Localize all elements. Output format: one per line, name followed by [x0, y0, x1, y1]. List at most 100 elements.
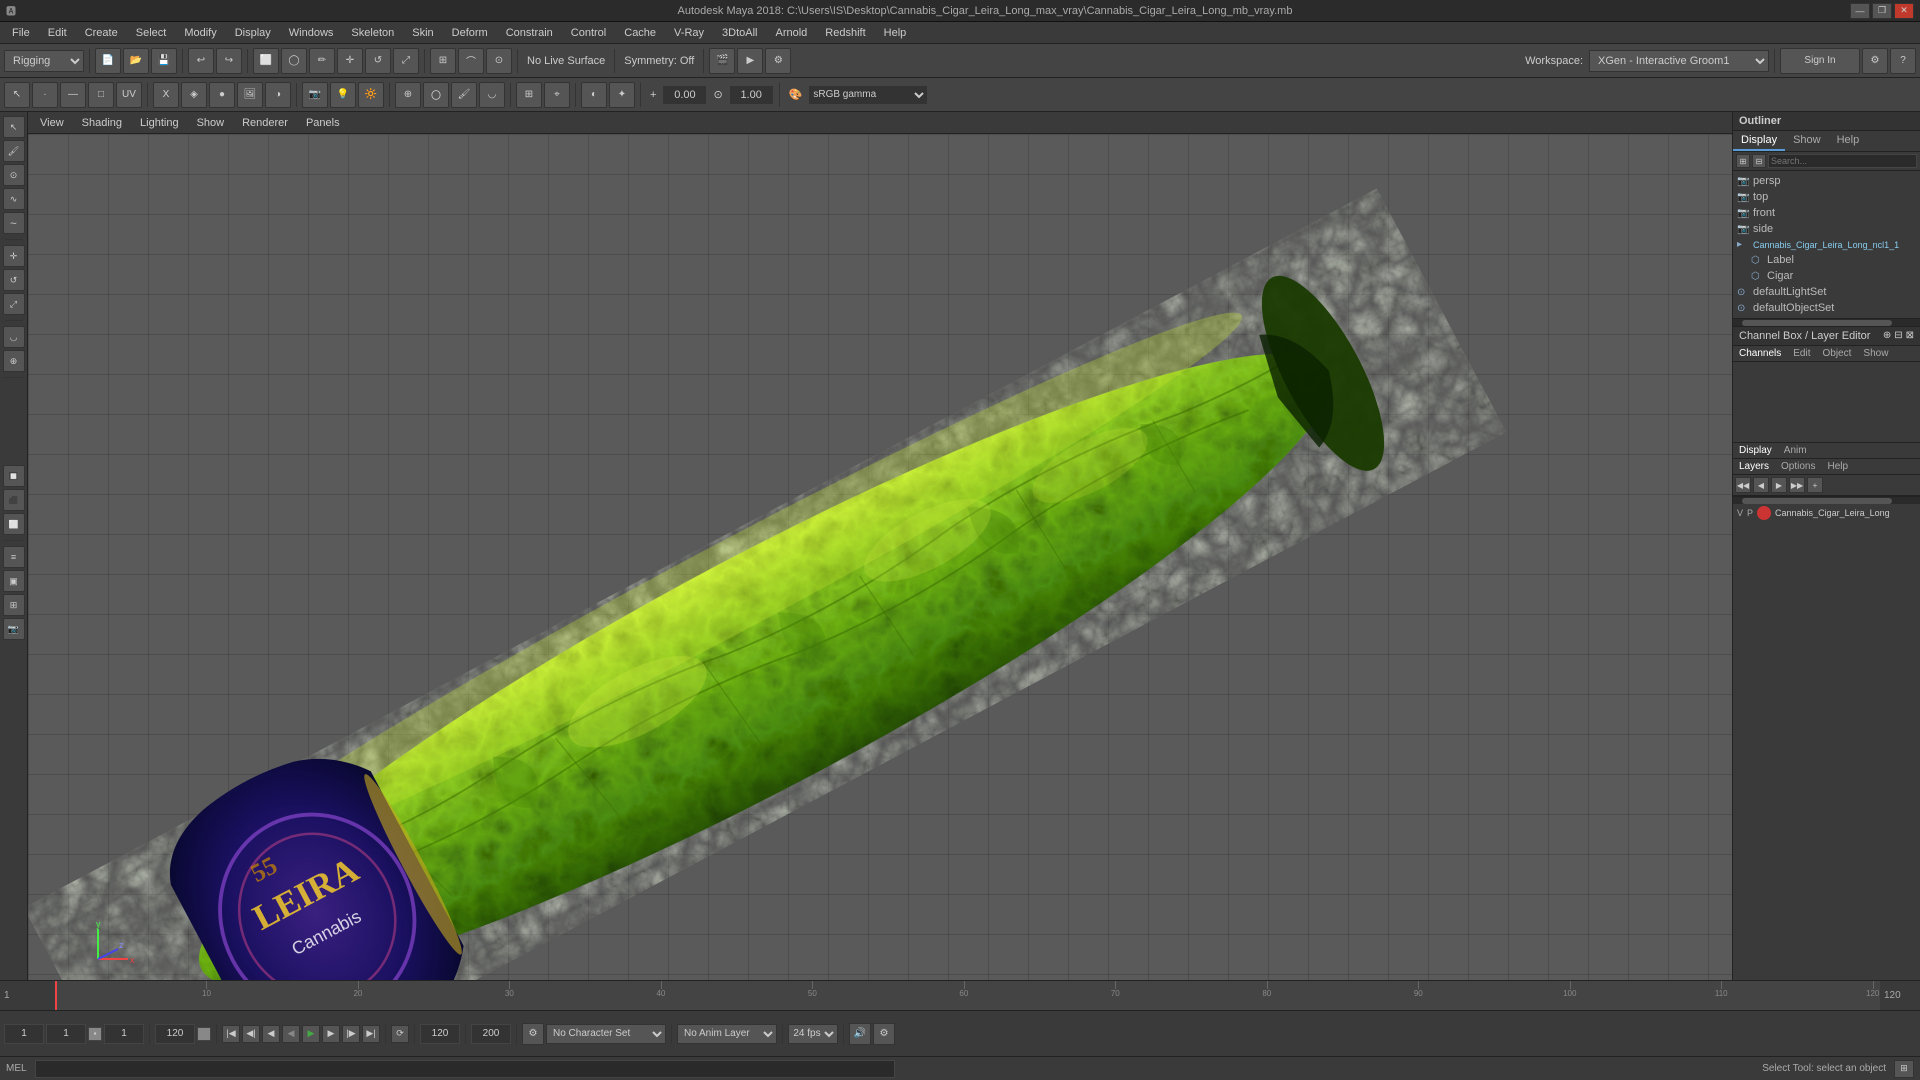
close-button[interactable]: ✕: [1894, 3, 1914, 19]
display-hscroll-handle[interactable]: [1742, 498, 1892, 504]
menu-edit[interactable]: Edit: [40, 25, 75, 41]
dp-prev-btn[interactable]: ◀◀: [1735, 477, 1751, 493]
outliner-item-top[interactable]: 📷 top: [1733, 189, 1920, 205]
outliner-item-persp[interactable]: 📷 persp: [1733, 173, 1920, 189]
frame-start-input[interactable]: [4, 1024, 44, 1044]
frame-current-input[interactable]: [46, 1024, 86, 1044]
view-cube-mid[interactable]: ⬛: [3, 489, 25, 511]
redo-button[interactable]: ↪: [216, 48, 242, 74]
menu-modify[interactable]: Modify: [176, 25, 224, 41]
outliner-item-cigar[interactable]: ⬡ Cigar: [1733, 268, 1920, 284]
gamma-select[interactable]: sRGB gamma: [808, 85, 928, 105]
cb-tab-edit[interactable]: Edit: [1787, 346, 1816, 361]
layer-row[interactable]: V P Cannabis_Cigar_Leira_Long: [1733, 504, 1920, 522]
channel-box-icon-2[interactable]: ⊟: [1894, 330, 1902, 342]
dp-next2-btn[interactable]: ▶▶: [1789, 477, 1805, 493]
transport-go-end[interactable]: ▶|: [362, 1025, 380, 1043]
view-cube-bot[interactable]: ⬜: [3, 513, 25, 535]
transport-play-fwd[interactable]: ▶: [302, 1025, 320, 1043]
outliner-search-input[interactable]: [1768, 154, 1917, 168]
timeline[interactable]: 1 1 10 20 30 40 50 60 70 80 90 100: [0, 980, 1920, 1010]
sculpt-tool-lt[interactable]: ⊕: [3, 350, 25, 372]
transport-loop[interactable]: ⟳: [391, 1025, 409, 1043]
view-cube-top[interactable]: 🔲: [3, 465, 25, 487]
no-anim-layer-select[interactable]: No Anim Layer: [677, 1024, 777, 1044]
display-hscroll[interactable]: [1733, 496, 1920, 504]
omt-btn-1[interactable]: ⊞: [1736, 154, 1750, 168]
groom-tool-button[interactable]: ∼: [3, 212, 25, 234]
grid-icon[interactable]: ⊞: [3, 594, 25, 616]
rotate-tool-lt[interactable]: ↺: [3, 269, 25, 291]
mel-input[interactable]: [35, 1060, 896, 1078]
dp-add-btn[interactable]: +: [1807, 477, 1823, 493]
input-field-2[interactable]: 1.00: [729, 85, 774, 105]
dp-tab-anim[interactable]: Anim: [1778, 443, 1813, 458]
vp-menu-panels[interactable]: Panels: [298, 115, 348, 131]
sculpt-tool[interactable]: ◡: [479, 82, 505, 108]
status-icon[interactable]: ⊞: [1894, 1060, 1914, 1078]
window-controls[interactable]: — ❐ ✕: [1850, 3, 1920, 19]
sign-in-button[interactable]: Sign In: [1780, 48, 1860, 74]
frame-end-input[interactable]: [155, 1024, 195, 1044]
open-file-button[interactable]: 📂: [123, 48, 149, 74]
workspace-select[interactable]: XGen - Interactive Groom1: [1589, 50, 1769, 72]
menu-windows[interactable]: Windows: [281, 25, 342, 41]
menu-deform[interactable]: Deform: [444, 25, 496, 41]
timeline-track[interactable]: 1 10 20 30 40 50 60 70 80 90 100 110 120: [55, 981, 1880, 1010]
menu-3dtoall[interactable]: 3DtoAll: [714, 25, 765, 41]
transport-prev-key[interactable]: ◀|: [242, 1025, 260, 1043]
save-file-button[interactable]: 💾: [151, 48, 177, 74]
menu-file[interactable]: File: [4, 25, 38, 41]
hair-tool-button[interactable]: ∿: [3, 188, 25, 210]
cb-tab-show[interactable]: Show: [1857, 346, 1894, 361]
dp-subtab-layers[interactable]: Layers: [1733, 459, 1775, 474]
vp-menu-lighting[interactable]: Lighting: [132, 115, 187, 131]
minimize-button[interactable]: —: [1850, 3, 1870, 19]
timeline-playhead[interactable]: [55, 981, 57, 1010]
viewport[interactable]: View Shading Lighting Show Renderer Pane…: [28, 112, 1732, 980]
menu-skeleton[interactable]: Skeleton: [343, 25, 402, 41]
isolate-button[interactable]: ◐: [581, 82, 607, 108]
channel-box-icon-3[interactable]: ⊠: [1906, 330, 1914, 342]
paint-tool-button[interactable]: 🖌: [3, 140, 25, 162]
menu-arnold[interactable]: Arnold: [767, 25, 815, 41]
wireframe-button[interactable]: ◈: [181, 82, 207, 108]
paint-select-tool[interactable]: 🖌: [451, 82, 477, 108]
frame-current-input-2[interactable]: [104, 1024, 144, 1044]
settings-icon[interactable]: ⚙: [1862, 48, 1888, 74]
snap-point-button[interactable]: ⊙: [486, 48, 512, 74]
undo-button[interactable]: ↩: [188, 48, 214, 74]
menu-select[interactable]: Select: [128, 25, 175, 41]
rigging-select[interactable]: Rigging: [4, 50, 84, 72]
dp-next-btn[interactable]: ▶: [1771, 477, 1787, 493]
transport-play-back[interactable]: ◀: [282, 1025, 300, 1043]
select-tool-button[interactable]: ↖: [3, 116, 25, 138]
vp-menu-shading[interactable]: Shading: [74, 115, 130, 131]
snap-curve-button[interactable]: ⌒: [458, 48, 484, 74]
vertex-button[interactable]: ·: [32, 82, 58, 108]
scale-tool-lt[interactable]: ⤢: [3, 293, 25, 315]
soft-mod-tool[interactable]: ◡: [3, 326, 25, 348]
input-field-1[interactable]: 0.00: [662, 85, 707, 105]
paint-button[interactable]: ✏: [309, 48, 335, 74]
cb-tab-object[interactable]: Object: [1817, 346, 1858, 361]
menu-display[interactable]: Display: [227, 25, 279, 41]
highlight-button[interactable]: ✦: [609, 82, 635, 108]
soft-select-tool[interactable]: 〇: [423, 82, 449, 108]
outliner-item-side[interactable]: 📷 side: [1733, 221, 1920, 237]
transform-tool[interactable]: ⊕: [395, 82, 421, 108]
outliner-item-objectset[interactable]: ⊙ defaultObjectSet: [1733, 300, 1920, 316]
dp-subtab-options[interactable]: Options: [1775, 459, 1821, 474]
outliner-item-front[interactable]: 📷 front: [1733, 205, 1920, 221]
move-tool-lt[interactable]: ✛: [3, 245, 25, 267]
settings-button-2[interactable]: ⚙: [873, 1023, 895, 1045]
snap-grid-button[interactable]: ⊞: [430, 48, 456, 74]
snap-to-grid-icon[interactable]: ⊞: [516, 82, 542, 108]
menu-skin[interactable]: Skin: [404, 25, 441, 41]
outliner-hscroll-handle[interactable]: [1742, 320, 1892, 326]
outliner-item-lightset[interactable]: ⊙ defaultLightSet: [1733, 284, 1920, 300]
menu-control[interactable]: Control: [563, 25, 614, 41]
selection-mode-button[interactable]: ↖: [4, 82, 30, 108]
menu-cache[interactable]: Cache: [616, 25, 664, 41]
menu-create[interactable]: Create: [77, 25, 126, 41]
